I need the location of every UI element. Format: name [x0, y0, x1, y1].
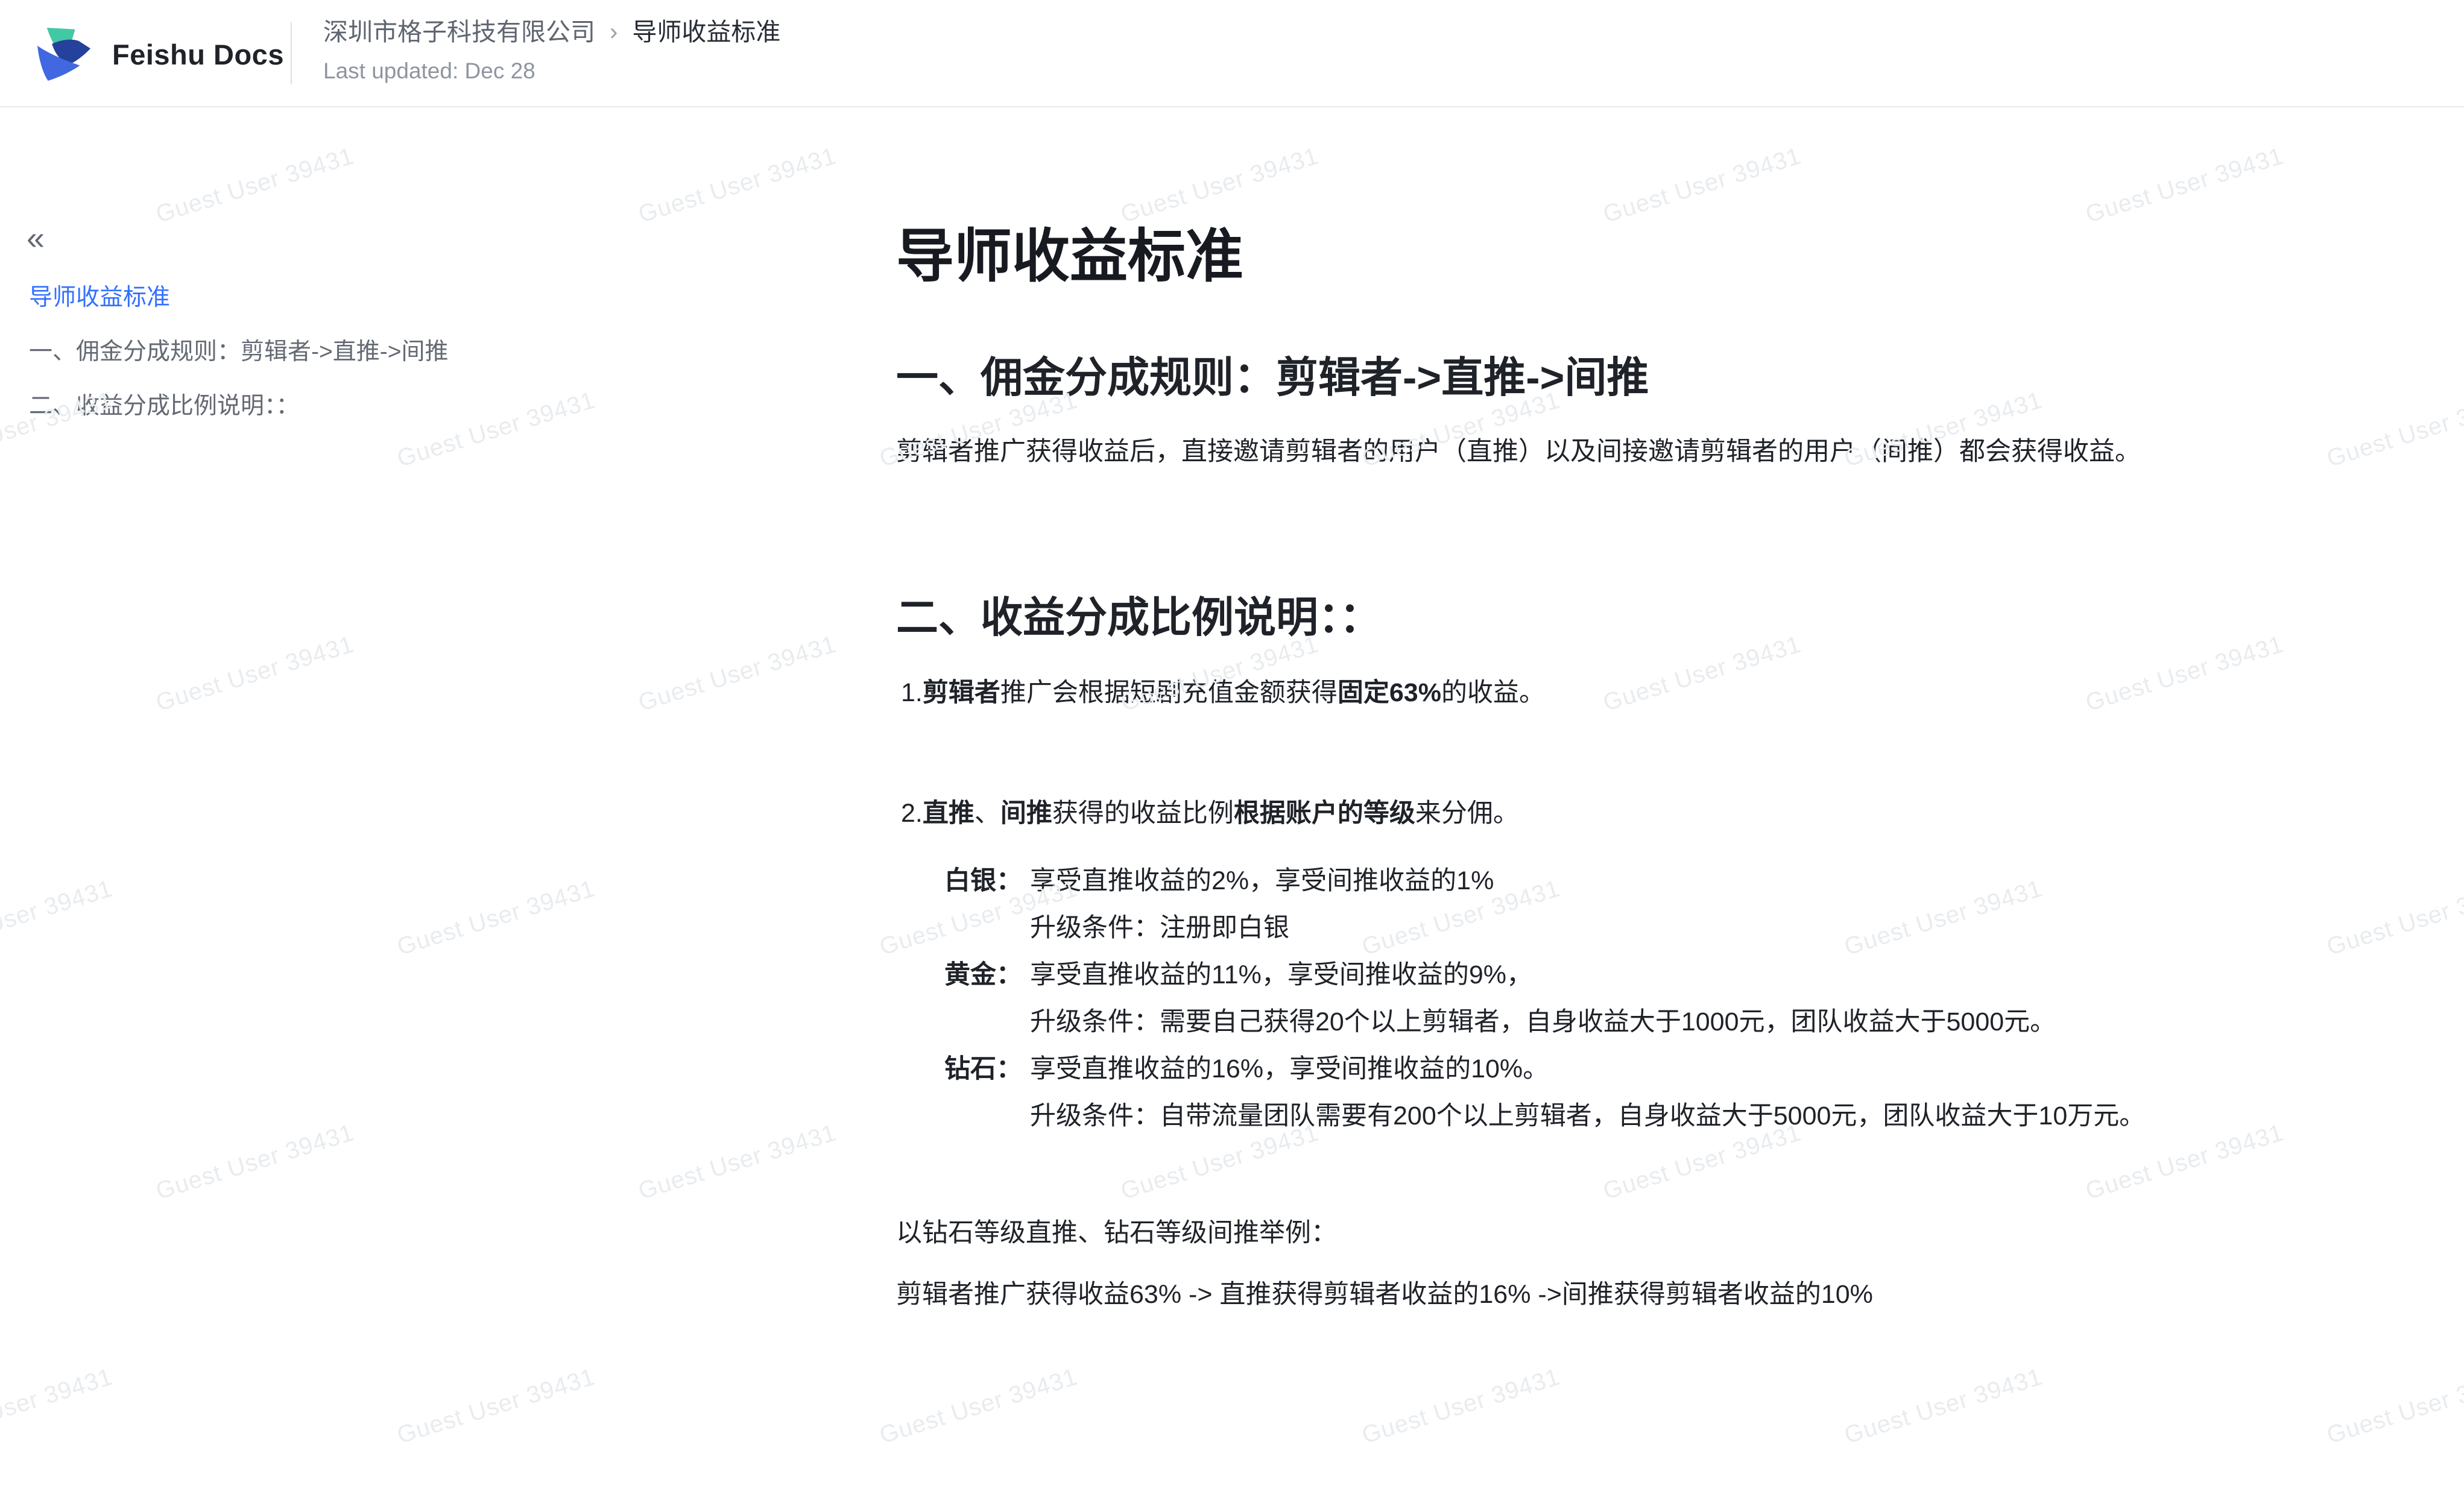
- list-item-2-bold-indirect: 间推: [1000, 799, 1052, 828]
- collapse-sidebar-icon[interactable]: «: [27, 222, 45, 254]
- level-silver-name: 白银：: [944, 857, 1030, 904]
- breadcrumb-parent[interactable]: 深圳市格子科技有限公司: [323, 16, 595, 48]
- guest-watermark-text: Guest User 39431: [153, 1119, 357, 1205]
- brand-name: Feishu Docs: [112, 38, 284, 71]
- breadcrumb-current: 导师收益标准: [632, 16, 780, 48]
- list-item-1-text: 推广会根据短剧充值金额获得: [1000, 678, 1338, 707]
- list-item-1-number: 1.: [901, 678, 923, 707]
- list-item-2-number: 2.: [901, 799, 923, 828]
- list-item-2: 2.直推、间推获得的收益比例根据账户的等级来分佣。: [896, 795, 2440, 832]
- document-content: 导师收益标准 一、佣金分成规则：剪辑者->直推->间推 剪辑者推广获得收益后，直…: [896, 107, 2440, 1313]
- level-gold-row: 黄金：享受直推收益的11%，享受间推收益的9%，: [944, 951, 2440, 998]
- outline-toc: 导师收益标准 一、佣金分成规则：剪辑者->直推->间推 二、收益分成比例说明：：: [29, 283, 783, 446]
- guest-watermark-text: Guest User 39431: [1359, 1363, 1563, 1449]
- guest-watermark-text: Guest User 39431: [876, 1363, 1081, 1449]
- breadcrumb: 深圳市格子科技有限公司 › 导师收益标准: [323, 16, 780, 48]
- chevron-right-icon: ›: [610, 16, 618, 48]
- guest-watermark-text: Guest User 39431: [2323, 1363, 2464, 1449]
- list-item-2-bold-direct: 直推: [923, 799, 975, 828]
- guest-watermark-text: Guest User 39431: [394, 1363, 598, 1449]
- list-item-1-bold-rate: 固定63%: [1338, 678, 1441, 707]
- example-intro: 以钻石等级直推、钻石等级间推举例：: [896, 1214, 2440, 1252]
- level-gold-condition: 升级条件：需要自己获得20个以上剪辑者，自身收益大于1000元，团队收益大于50…: [1030, 998, 2440, 1045]
- list-item-2-tail: 来分佣。: [1415, 799, 1519, 828]
- guest-watermark-text: Guest User 39431: [394, 875, 598, 961]
- section-1-heading: 一、佣金分成规则：剪辑者->直推->间推: [896, 350, 2440, 405]
- guest-watermark-text: Guest User 39431: [635, 1119, 839, 1205]
- guest-watermark-text: Guest User 39431: [1841, 1363, 2045, 1449]
- level-diamond-row: 钻石：享受直推收益的16%，享受间推收益的10%。: [944, 1045, 2440, 1092]
- toc-item-section-1[interactable]: 一、佣金分成规则：剪辑者->直推->间推: [29, 338, 783, 367]
- list-item-1-bold-editor: 剪辑者: [923, 678, 1000, 707]
- toc-item-section-2[interactable]: 二、收益分成比例说明：：: [29, 392, 783, 421]
- last-updated-label: Last updated: Dec 28: [323, 57, 535, 86]
- guest-watermark-text: Guest User 39431: [0, 1363, 116, 1449]
- guest-watermark-text: Guest User 39431: [635, 631, 839, 717]
- list-item-2-text: 获得的收益比例: [1052, 799, 1234, 828]
- level-diamond-condition: 升级条件：自带流量团队需要有200个以上剪辑者，自身收益大于5000元，团队收益…: [1030, 1092, 2440, 1139]
- level-gold-name: 黄金：: [944, 951, 1030, 998]
- list-item-1: 1.剪辑者推广会根据短剧充值金额获得固定63%的收益。: [896, 674, 2440, 711]
- header-divider: [291, 22, 292, 84]
- section-2-heading: 二、收益分成比例说明：：: [896, 590, 2440, 645]
- level-diamond-name: 钻石：: [944, 1045, 1030, 1092]
- guest-watermark-text: Guest User 39431: [635, 142, 839, 229]
- level-list: 白银：享受直推收益的2%，享受间推收益的1% 升级条件：注册即白银 黄金：享受直…: [896, 857, 2440, 1139]
- list-item-2-separator: 、: [975, 799, 1000, 828]
- level-silver-condition: 升级条件：注册即白银: [1030, 904, 2440, 951]
- feishu-docs-page: Guest User 39431 Guest User 39431 Guest Us…: [0, 0, 2464, 1494]
- level-gold-desc: 享受直推收益的11%，享受间推收益的9%，: [1030, 960, 1532, 989]
- guest-watermark-text: Guest User 39431: [153, 631, 357, 717]
- doc-title: 导师收益标准: [896, 219, 2440, 294]
- level-silver-desc: 享受直推收益的2%，享受间推收益的1%: [1030, 866, 1494, 895]
- level-diamond-desc: 享受直推收益的16%，享受间推收益的10%。: [1030, 1054, 1549, 1083]
- guest-watermark-text: Guest User 39431: [0, 875, 116, 961]
- list-item-1-tail: 的收益。: [1441, 678, 1545, 707]
- toc-item-title[interactable]: 导师收益标准: [29, 283, 783, 312]
- list-item-2-bold-level: 根据账户的等级: [1234, 799, 1415, 828]
- level-silver-row: 白银：享受直推收益的2%，享受间推收益的1%: [944, 857, 2440, 904]
- section-1-paragraph: 剪辑者推广获得收益后，直接邀请剪辑者的用户（直推）以及间接邀请剪辑者的用户（间推…: [896, 433, 2440, 470]
- feishu-docs-brand[interactable]: Feishu Docs: [36, 27, 284, 82]
- app-header: Feishu Docs 深圳市格子科技有限公司 › 导师收益标准 Last up…: [0, 0, 2464, 107]
- guest-watermark-text: Guest User 39431: [153, 142, 357, 229]
- example-flow: 剪辑者推广获得收益63% -> 直推获得剪辑者收益的16% ->间推获得剪辑者收…: [896, 1276, 2440, 1313]
- feishu-logo-icon: [36, 28, 92, 81]
